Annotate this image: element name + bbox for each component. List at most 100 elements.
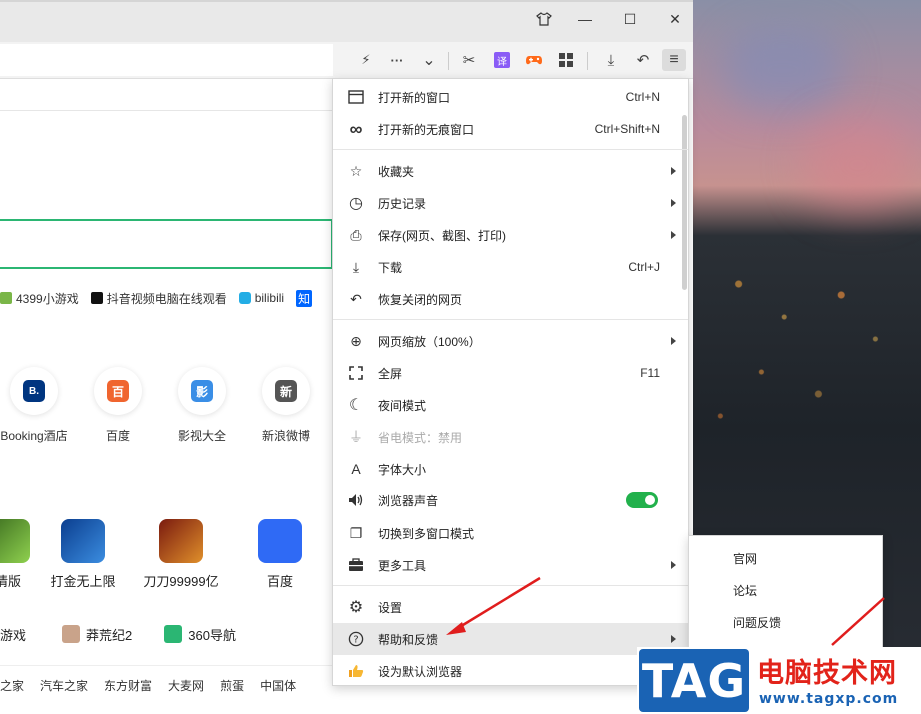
shirt-icon[interactable] — [531, 8, 557, 30]
menu-item-label: 打开新的无痕窗口 — [378, 122, 475, 137]
watermark-logo: TAG — [639, 649, 749, 712]
menu-item-new-window[interactable]: 打开新的窗口 Ctrl+N — [333, 81, 688, 113]
link-item[interactable]: 莽荒纪2 — [62, 625, 132, 644]
menu-item-fullscreen[interactable]: 全屏 F11 — [333, 357, 688, 389]
watermark-url: www.tagxp.com — [759, 691, 899, 707]
link-item[interactable]: 360导航 — [164, 625, 236, 644]
quick-link-douyin[interactable]: 抖音视频电脑在线观看 — [90, 290, 227, 307]
submenu-arrow-icon — [671, 337, 676, 345]
menu-item-zoom[interactable]: ⊕ 网页缩放（100%） — [333, 325, 688, 357]
gear-icon: ⚙ — [348, 599, 364, 616]
download-icon[interactable]: ⤓ — [599, 49, 623, 71]
quick-link-4399[interactable]: 4399小游戏 — [0, 290, 79, 307]
menu-item-label: 网页缩放（100%） — [378, 334, 481, 349]
menu-item-label: 收藏夹 — [378, 164, 415, 179]
menu-item-night-mode[interactable]: ☾ 夜间模式 — [333, 389, 688, 421]
menu-item-label: 设为默认浏览器 — [378, 664, 463, 679]
menu-item-multi-window[interactable]: ❐ 切换到多窗口模式 — [333, 517, 688, 549]
menu-item-downloads[interactable]: ⤓ 下载 Ctrl+J — [333, 251, 688, 283]
menu-item-font-size[interactable]: A 字体大小 — [333, 453, 688, 485]
close-window-button[interactable]: ✕ — [662, 8, 688, 30]
help-submenu: 官网 论坛 问题反馈 — [688, 535, 883, 651]
site-tile-booking[interactable]: B. Booking酒店 — [0, 367, 69, 444]
save-icon: ⎙ — [350, 226, 362, 243]
quick-link-label: 抖音视频电脑在线观看 — [106, 291, 227, 306]
menu-item-history[interactable]: ◷ 历史记录 — [333, 187, 688, 219]
menu-item-shortcut: Ctrl+J — [628, 260, 660, 274]
search-input[interactable] — [0, 219, 333, 269]
link-item[interactable]: 游戏 — [0, 625, 26, 644]
submenu-item-official-site[interactable]: 官网 — [733, 550, 757, 567]
menu-item-help-feedback[interactable]: ? 帮助和反馈 — [333, 623, 688, 655]
submenu-arrow-icon — [671, 561, 676, 569]
clock-icon: ◷ — [349, 195, 363, 212]
bottom-link[interactable]: 煎蛋 — [220, 677, 244, 694]
chevron-down-icon[interactable]: ⌄ — [417, 49, 441, 71]
menu-item-label: 保存(网页、截图、打印) — [378, 228, 506, 243]
more-icon[interactable]: ··· — [385, 49, 409, 71]
bottom-link[interactable]: 大麦网 — [168, 677, 204, 694]
link-row: 游戏 莽荒纪2 360导航 — [0, 619, 333, 649]
sound-toggle[interactable] — [626, 492, 658, 508]
menu-divider — [333, 149, 688, 150]
address-bar[interactable] — [0, 44, 333, 76]
submenu-item-forum[interactable]: 论坛 — [733, 582, 757, 599]
apps-grid-icon[interactable] — [554, 49, 578, 71]
menu-icon[interactable]: ≡ — [662, 49, 686, 71]
maximize-button[interactable]: ☐ — [617, 8, 643, 30]
restore-icon: ↶ — [350, 290, 362, 307]
site-tile-weibo[interactable]: 新 新浪微博 — [251, 367, 321, 444]
zhihu-icon: 知 — [296, 289, 313, 307]
menu-item-favorites[interactable]: ☆ 收藏夹 — [333, 155, 688, 187]
menu-item-more-tools[interactable]: 更多工具 — [333, 549, 688, 581]
divider — [0, 110, 333, 111]
submenu-arrow-icon — [671, 199, 676, 207]
menu-divider — [333, 585, 688, 586]
translate-icon[interactable]: 译 — [490, 49, 514, 71]
game-tile[interactable]: 打金无上限 — [41, 519, 125, 590]
scissors-icon[interactable]: ✂ — [457, 49, 481, 71]
quick-link-zhihu[interactable]: 知 — [296, 289, 313, 307]
game-tile[interactable]: 刀刀99999亿 — [139, 519, 223, 590]
moon-icon: ☾ — [348, 397, 364, 414]
gamepad-icon[interactable] — [522, 49, 546, 71]
bottom-link[interactable]: 汽车之家 — [40, 677, 88, 694]
menu-item-set-default[interactable]: 设为默认浏览器 — [333, 655, 688, 687]
avatar — [62, 625, 81, 643]
bilibili-icon — [238, 292, 251, 304]
baidu-paw-icon — [258, 519, 302, 563]
help-icon: ? — [347, 630, 365, 648]
menu-item-settings[interactable]: ⚙ 设置 — [333, 591, 688, 623]
toolbox-icon — [347, 556, 365, 574]
speaker-icon — [347, 491, 365, 509]
bottom-link[interactable]: 之家 — [0, 677, 24, 694]
quick-link-bilibili[interactable]: bilibili — [238, 291, 284, 305]
site-tile-label: 影视大全 — [177, 429, 226, 443]
menu-item-restore-closed[interactable]: ↶ 恢复关闭的网页 — [333, 283, 688, 315]
watermark: TAG 电脑技术网 www.tagxp.com — [637, 647, 921, 714]
game-icon — [0, 519, 30, 563]
lightning-icon[interactable]: ⚡ — [354, 49, 378, 71]
minimize-button[interactable]: — — [572, 8, 598, 30]
undo-icon[interactable]: ↶ — [631, 49, 655, 71]
incognito-icon: ∞ — [349, 118, 363, 139]
submenu-arrow-icon — [671, 231, 676, 239]
menu-item-browser-sound[interactable]: 浏览器声音 — [333, 484, 688, 516]
game-tile[interactable]: 百度 — [238, 519, 322, 590]
submenu-item-feedback[interactable]: 问题反馈 — [733, 614, 781, 631]
menu-item-new-incognito-window[interactable]: ∞ 打开新的无痕窗口 Ctrl+Shift+N — [333, 113, 688, 145]
site-tile-label: 百度 — [105, 429, 130, 443]
new-window-icon — [347, 88, 365, 106]
menu-item-shortcut: Ctrl+N — [625, 90, 660, 104]
toolbar-divider — [587, 52, 588, 70]
bottom-link[interactable]: 东方财富 — [104, 677, 152, 694]
site-tile-baidu[interactable]: 百 百度 — [83, 367, 153, 444]
site-tile-yingshi[interactable]: 影 影视大全 — [167, 367, 237, 444]
menu-item-label: 帮助和反馈 — [378, 632, 439, 647]
menu-item-label: 历史记录 — [378, 196, 427, 211]
browser-toolbar: ⚡ ··· ⌄ ✂ 译 ⤓ ↶ ≡ — [0, 42, 693, 79]
bottom-link[interactable]: 中国体 — [260, 677, 296, 694]
game-tile-label: 百度 — [266, 574, 293, 589]
menu-item-save[interactable]: ⎙ 保存(网页、截图、打印) — [333, 219, 688, 251]
menu-item-label: 切换到多窗口模式 — [378, 526, 475, 541]
